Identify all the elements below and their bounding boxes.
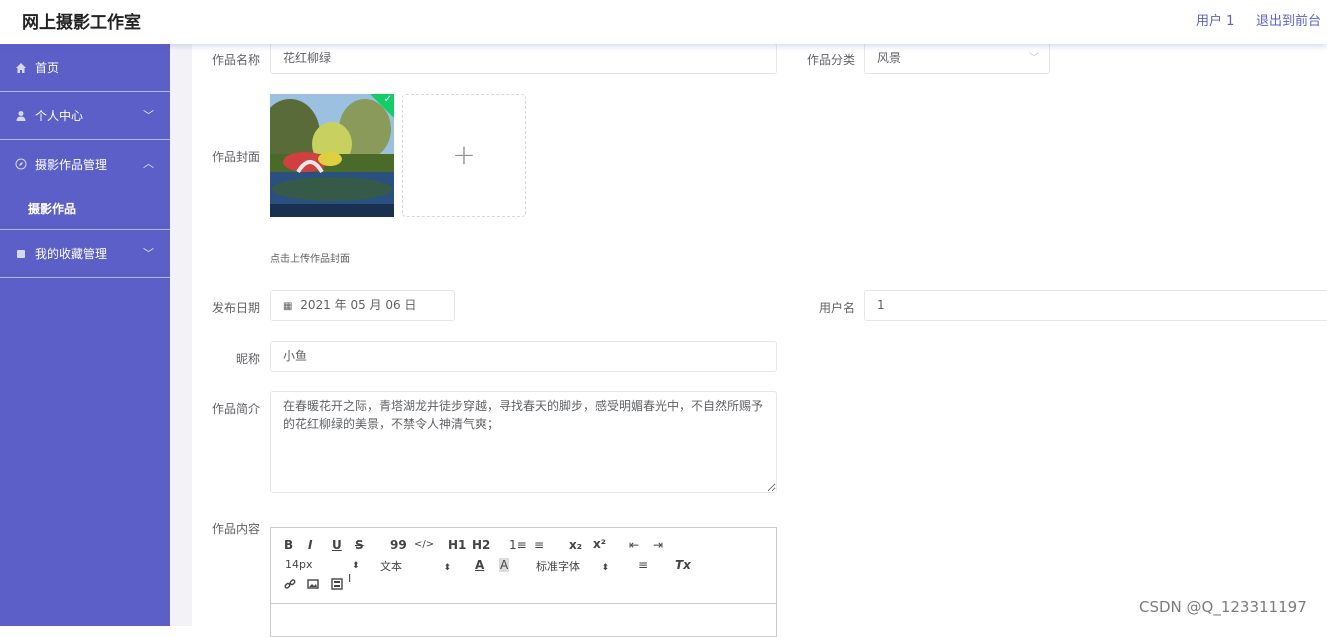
sidebar-item-home[interactable]: 首页 — [0, 44, 170, 92]
app-title: 网上摄影工作室 — [22, 13, 141, 33]
category-select[interactable]: 风景 ﹀ — [864, 43, 1050, 74]
sidebar-item-works-management[interactable]: 摄影作品管理 ︿ — [0, 140, 170, 188]
font-family-select[interactable]: 标准字体 ⬍ — [536, 558, 609, 574]
sidebar-subitem-works[interactable]: 摄影作品 — [0, 188, 170, 230]
superscript-button[interactable]: x² — [593, 537, 606, 551]
sidebar: 首页 个人中心 ﹀ 摄影作品管理 ︿ 摄影作品 我的收藏管理 ﹀ — [0, 44, 170, 626]
nickname-label: 昵称 — [235, 352, 260, 366]
watermark: CSDN @Q_123311197 — [1139, 598, 1307, 616]
cover-upload-hint: 点击上传作品封面 — [270, 254, 350, 265]
username-label: 用户名 — [818, 301, 855, 315]
content-label: 作品内容 — [211, 522, 260, 536]
bold-button[interactable]: B — [284, 538, 293, 552]
logout-link[interactable]: 退出到前台 — [1256, 10, 1321, 29]
category-value: 风景 — [877, 51, 902, 65]
image-icon[interactable] — [307, 578, 319, 593]
user-menu[interactable]: 用户 1 — [1196, 10, 1234, 29]
updown-icon: ⬍ — [443, 563, 452, 573]
home-icon — [15, 62, 27, 74]
header2-button[interactable]: H2 — [472, 538, 490, 552]
updown-icon: ⬍ — [601, 563, 610, 573]
plus-icon: + — [452, 137, 476, 171]
outdent-button[interactable]: ⇤ — [629, 538, 639, 552]
font-size-select[interactable]: 14px ⬍ — [285, 558, 360, 571]
header-type-value: 文本 — [380, 560, 402, 573]
underline-button[interactable]: U — [332, 538, 342, 552]
sidebar-item-label: 摄影作品管理 — [35, 157, 108, 172]
chevron-down-icon: ﹀ — [1029, 53, 1039, 64]
video-icon[interactable] — [331, 578, 343, 593]
sidebar-item-label: 个人中心 — [35, 109, 84, 123]
font-size-value: 14px — [285, 558, 313, 571]
updown-icon: ⬍ — [352, 561, 360, 571]
link-icon[interactable] — [284, 578, 296, 593]
rich-text-editor: B I U S 99 </> H1 H2 1≡ ≡ x₂ x² ⇤ ⇥ 14px… — [270, 527, 777, 637]
bullet-list-button[interactable]: ≡ — [534, 538, 544, 552]
publish-date-picker[interactable]: ▦ 2021 年 05 月 06 日 — [270, 290, 455, 321]
font-color-button[interactable]: A — [475, 558, 484, 572]
name-label: 作品名称 — [211, 53, 260, 67]
folder-icon — [15, 248, 27, 260]
work-name-input[interactable]: 花红柳绿 — [270, 43, 777, 74]
calendar-icon: ▦ — [283, 301, 293, 312]
intro-label: 作品简介 — [211, 402, 260, 416]
indent-button[interactable]: ⇥ — [653, 538, 663, 552]
chevron-down-icon: ﹀ — [143, 109, 154, 122]
ordered-list-button[interactable]: 1≡ — [509, 538, 527, 552]
editor-toolbar: B I U S 99 </> H1 H2 1≡ ≡ x₂ x² ⇤ ⇥ 14px… — [271, 528, 776, 604]
sidebar-item-label: 首页 — [35, 61, 60, 75]
user-icon — [15, 110, 27, 122]
sidebar-item-personal-center[interactable]: 个人中心 ﹀ — [0, 92, 170, 140]
subscript-button[interactable]: x₂ — [569, 538, 582, 552]
background-color-button[interactable]: A — [499, 558, 510, 572]
cover-upload-button[interactable]: + — [402, 94, 526, 217]
sidebar-item-favorites-management[interactable]: 我的收藏管理 ﹀ — [0, 230, 170, 278]
chevron-down-icon: ﹀ — [143, 247, 154, 260]
chevron-up-icon: ︿ — [143, 157, 154, 170]
blockquote-button[interactable]: 99 — [390, 538, 407, 552]
header-type-select[interactable]: 文本 ⬍ — [380, 558, 451, 574]
text-cursor-icon: I — [348, 572, 352, 585]
intro-textarea[interactable]: 在春暖花开之际，青塔湖龙井徒步穿越，寻找春天的脚步，感受明媚春光中，不自然所赐予… — [270, 391, 777, 493]
align-button[interactable]: ≡ — [638, 558, 648, 572]
check-icon: ✓ — [383, 94, 392, 105]
italic-button[interactable]: I — [308, 538, 312, 552]
strike-button[interactable]: S — [355, 538, 364, 552]
clear-format-button[interactable]: Tx — [675, 558, 691, 572]
compass-icon — [15, 158, 27, 170]
content-gutter — [170, 44, 192, 626]
username-input[interactable]: 1 — [864, 290, 1327, 321]
cover-label: 作品封面 — [211, 150, 260, 164]
nickname-input[interactable]: 小鱼 — [270, 341, 777, 372]
code-block-button[interactable]: </> — [414, 539, 434, 550]
sidebar-item-label: 我的收藏管理 — [35, 247, 108, 261]
top-header: 网上摄影工作室 用户 1 退出到前台 — [0, 0, 1327, 44]
publish-date-value: 2021 年 05 月 06 日 — [300, 298, 417, 312]
category-label: 作品分类 — [806, 53, 855, 67]
date-label: 发布日期 — [211, 301, 260, 315]
header1-button[interactable]: H1 — [448, 538, 466, 552]
cover-image[interactable]: ✓ — [270, 94, 394, 217]
font-family-value: 标准字体 — [536, 560, 580, 573]
